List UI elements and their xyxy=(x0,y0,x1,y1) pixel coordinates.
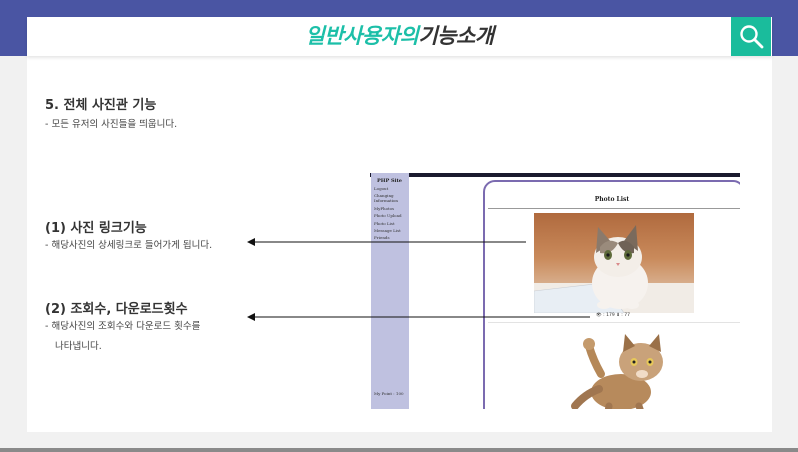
annotation-arrows xyxy=(247,238,590,321)
bottom-bar xyxy=(0,448,798,452)
